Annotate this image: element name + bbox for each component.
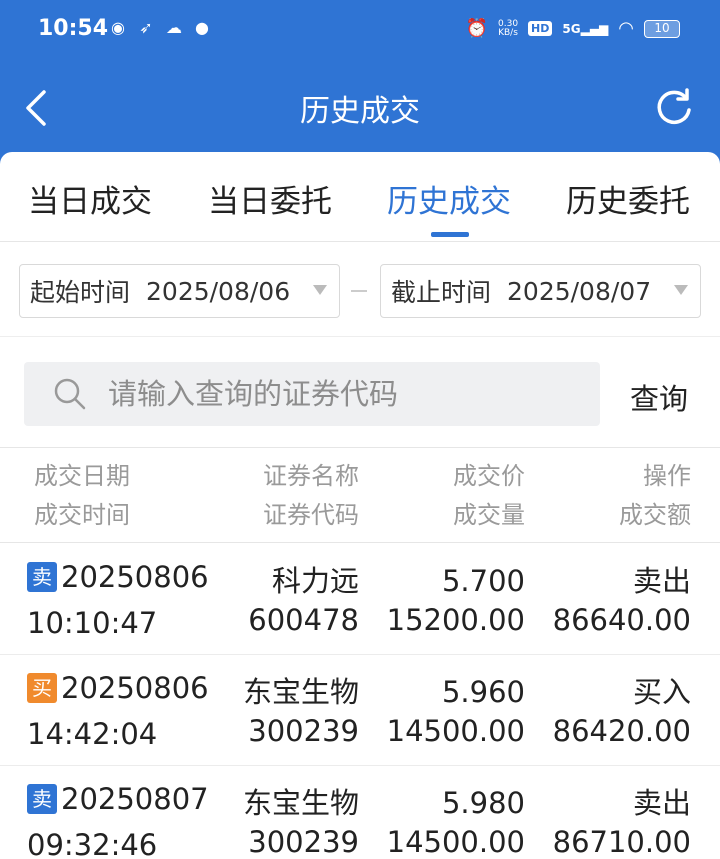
search-row: 查询 <box>0 338 720 448</box>
trade-price: 5.980 <box>441 786 525 820</box>
trade-volume: 14500.00 <box>386 714 525 748</box>
table-row[interactable]: 买 20250806 14:42:04 东宝生物 300239 5.960 145… <box>0 655 720 766</box>
end-date-value: 2025/08/07 <box>507 276 652 306</box>
header-security-name: 证券名称 <box>263 462 359 490</box>
signal-label: 5G <box>562 21 581 36</box>
trade-time: 09:32:46 <box>27 828 158 859</box>
start-date-value: 2025/08/06 <box>146 276 291 306</box>
trade-time: 14:42:04 <box>27 717 158 751</box>
trade-date: 20250806 <box>61 671 209 705</box>
end-date-picker[interactable]: 截止时间 2025/08/07 <box>380 264 701 318</box>
tab-bar: 当日成交 当日委托 历史成交 历史委托 <box>0 152 720 242</box>
nav-header: 历史成交 <box>0 74 720 140</box>
signal-icon: 5G▂▄▆ <box>562 21 609 36</box>
leaf-icon: ➶ <box>139 18 153 37</box>
end-date-label: 截止时间 <box>391 278 492 307</box>
cloud-icon: ☁ <box>166 18 182 37</box>
trade-date-cell: 卖 20250807 <box>27 780 209 818</box>
trade-date: 20250806 <box>61 560 209 594</box>
trade-price: 5.700 <box>441 564 525 598</box>
table-header: 成交日期 成交时间 证券名称 证券代码 成交价 成交量 操作 成交额 <box>0 449 720 543</box>
security-name: 东宝生物 <box>242 786 359 820</box>
trade-price: 5.960 <box>441 675 525 709</box>
header-operation: 操作 <box>643 462 691 490</box>
net-speed-unit: KB/s <box>498 27 518 38</box>
trade-amount: 86420.00 <box>552 714 691 748</box>
start-date-picker[interactable]: 起始时间 2025/08/06 <box>19 264 340 318</box>
date-range-separator <box>351 290 367 292</box>
start-date-label: 起始时间 <box>30 278 131 307</box>
tab-history-trades[interactable]: 历史成交 <box>387 176 511 221</box>
app-header-background: 10:54 ◉ ➶ ☁ ● ⏰ 0.30 KB/s HD 5G▂▄▆ ◠ 10 历… <box>0 0 720 170</box>
wifi-icon: ◠ <box>618 18 634 39</box>
header-trade-price: 成交价 <box>453 462 525 490</box>
trade-amount: 86640.00 <box>552 603 691 637</box>
tab-today-trades[interactable]: 当日成交 <box>28 176 152 221</box>
sell-tag: 卖 <box>27 784 57 814</box>
trade-amount: 86710.00 <box>552 825 691 859</box>
header-trade-volume: 成交量 <box>453 501 525 529</box>
page-title: 历史成交 <box>300 94 420 129</box>
header-trade-amount: 成交额 <box>619 501 691 529</box>
trade-volume: 14500.00 <box>386 825 525 859</box>
table-row[interactable]: 卖 20250806 10:10:47 科力远 600478 5.700 1520… <box>0 544 720 655</box>
status-time: 10:54 <box>38 16 109 41</box>
trade-action: 卖出 <box>632 786 691 820</box>
security-name: 科力远 <box>271 564 359 598</box>
active-tab-indicator <box>431 232 469 237</box>
security-code: 600478 <box>248 603 359 637</box>
app-notification-icon: ◉ <box>111 18 125 37</box>
refresh-icon[interactable] <box>652 86 696 130</box>
trade-date-cell: 卖 20250806 <box>27 558 209 596</box>
trade-action: 买入 <box>632 675 691 709</box>
content-panel: 当日成交 当日委托 历史成交 历史委托 起始时间 2025/08/06 截止时间… <box>0 152 720 859</box>
query-button[interactable]: 查询 <box>630 376 688 418</box>
tab-history-orders[interactable]: 历史委托 <box>566 176 690 221</box>
sell-tag: 卖 <box>27 562 57 592</box>
security-name: 东宝生物 <box>242 675 359 709</box>
status-bar: 10:54 ◉ ➶ ☁ ● ⏰ 0.30 KB/s HD 5G▂▄▆ ◠ 10 <box>0 0 720 64</box>
system-icons: ⏰ 0.30 KB/s HD 5G▂▄▆ ◠ 10 <box>466 18 680 39</box>
hd-badge: HD <box>528 21 553 36</box>
header-trade-time: 成交时间 <box>34 501 130 529</box>
header-trade-date: 成交日期 <box>34 462 130 490</box>
tab-today-orders[interactable]: 当日委托 <box>208 176 332 221</box>
search-icon <box>54 378 86 410</box>
security-code: 300239 <box>248 825 359 859</box>
search-box[interactable] <box>24 362 600 426</box>
trade-volume: 15200.00 <box>386 603 525 637</box>
trade-action: 卖出 <box>632 564 691 598</box>
dropdown-caret-icon <box>313 285 327 295</box>
alarm-icon: ⏰ <box>465 18 488 39</box>
security-code: 300239 <box>248 714 359 748</box>
trade-date: 20250807 <box>61 782 209 816</box>
header-security-code: 证券代码 <box>263 501 359 529</box>
buy-tag: 买 <box>27 673 57 703</box>
notification-icons: ◉ ➶ ☁ ● <box>108 18 212 38</box>
dropdown-caret-icon <box>674 285 688 295</box>
date-filter-row: 起始时间 2025/08/06 截止时间 2025/08/07 <box>0 242 720 337</box>
trade-date-cell: 买 20250806 <box>27 669 209 707</box>
security-code-input[interactable] <box>108 370 588 418</box>
battery-icon: 10 <box>644 19 680 38</box>
table-row[interactable]: 卖 20250807 09:32:46 东宝生物 300239 5.980 145… <box>0 766 720 859</box>
net-speed: 0.30 KB/s <box>498 19 518 38</box>
chat-icon: ● <box>195 18 209 37</box>
trade-time: 10:10:47 <box>27 606 158 640</box>
